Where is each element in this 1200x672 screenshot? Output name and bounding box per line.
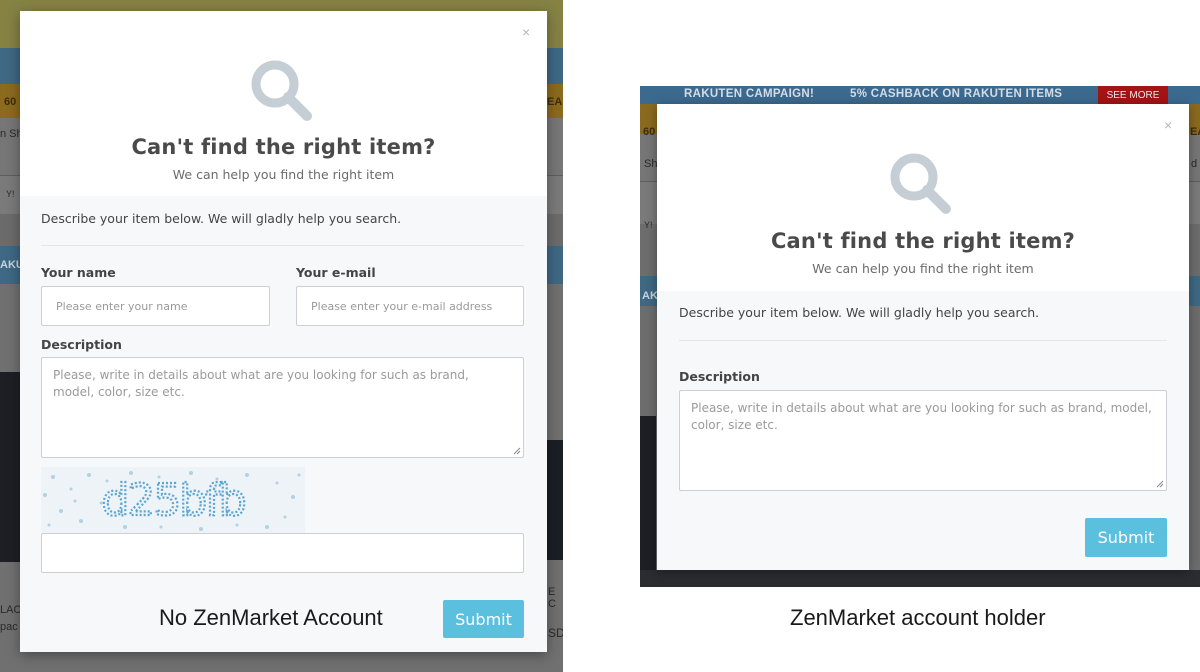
bg-text-fragment: AK [642, 290, 658, 302]
name-label: Your name [41, 265, 116, 280]
search-icon [251, 60, 312, 121]
email-placeholder: Please enter your e-mail address [311, 299, 493, 313]
bg-text-fragment: 60 [4, 96, 17, 108]
bg-text-fragment: pac [0, 621, 18, 633]
caption-no-account: No ZenMarket Account [159, 605, 383, 630]
product-image-left [0, 372, 22, 562]
name-input[interactable]: Please enter your name [41, 286, 270, 326]
search-icon [890, 153, 951, 214]
bg-text-fragment: LAC [0, 604, 22, 616]
close-icon[interactable]: × [522, 25, 530, 39]
email-label: Your e-mail [296, 265, 376, 280]
captcha-input[interactable] [41, 533, 524, 573]
campaign-text: RAKUTEN CAMPAIGN! [684, 88, 815, 100]
captcha-text: d25bfb [101, 475, 244, 526]
bg-text-fragment: Y! [644, 220, 653, 230]
divider [679, 340, 1167, 341]
product-row-bottom [640, 570, 1200, 587]
captcha-noise-icon: d25bfb [43, 471, 301, 531]
find-item-modal-member: × Can't find the right item? We can help… [657, 104, 1189, 570]
modal-intro-text: Describe your item below. We will gladly… [41, 211, 402, 226]
modal-title: Can't find the right item? [131, 135, 436, 159]
bg-text-fragment: Sh [644, 158, 658, 170]
description-placeholder: Please, write in details about what are … [53, 368, 469, 399]
description-textarea[interactable]: Please, write in details about what are … [679, 390, 1167, 491]
bg-text-fragment: SD [548, 626, 563, 640]
modal-header: × Can't find the right item? We can help… [657, 104, 1189, 291]
resize-handle-icon[interactable] [513, 447, 521, 455]
modal-header: × Can't find the right item? We can help… [20, 11, 547, 196]
cashback-text: 5% CASHBACK ON RAKUTEN ITEMS [850, 88, 1063, 100]
modal-subtitle: We can help you find the right item [172, 167, 395, 182]
modal-title: Can't find the right item? [770, 229, 1076, 253]
close-icon[interactable]: × [1164, 118, 1172, 132]
resize-handle-icon[interactable] [1156, 480, 1164, 488]
name-placeholder: Please enter your name [56, 299, 188, 313]
email-input[interactable]: Please enter your e-mail address [296, 286, 524, 326]
bg-text-fragment: EA [547, 96, 563, 108]
captcha-image: d25bfb [41, 467, 305, 533]
modal-subtitle: We can help you find the right item [812, 261, 1034, 276]
find-item-modal-guest: × Can't find the right item? We can help… [20, 11, 547, 652]
description-placeholder: Please, write in details about what are … [691, 401, 1152, 432]
see-more-button[interactable]: SEE MORE [1098, 86, 1168, 104]
description-textarea[interactable]: Please, write in details about what are … [41, 357, 524, 458]
bg-text-fragment: Y! [6, 189, 15, 199]
submit-button[interactable]: Submit [1085, 518, 1167, 557]
bg-text-fragment: d [1191, 158, 1198, 170]
description-label: Description [679, 369, 760, 384]
bg-text-fragment: EA [1190, 126, 1200, 138]
bg-text-fragment: E C [548, 586, 556, 610]
caption-account-holder: ZenMarket account holder [790, 605, 1046, 630]
modal-intro-text: Describe your item below. We will gladly… [679, 305, 1040, 320]
product-image-left [640, 416, 656, 586]
divider [41, 245, 524, 246]
description-label: Description [41, 337, 122, 352]
bg-text-fragment: 60 [643, 126, 656, 138]
submit-button[interactable]: Submit [443, 600, 524, 638]
